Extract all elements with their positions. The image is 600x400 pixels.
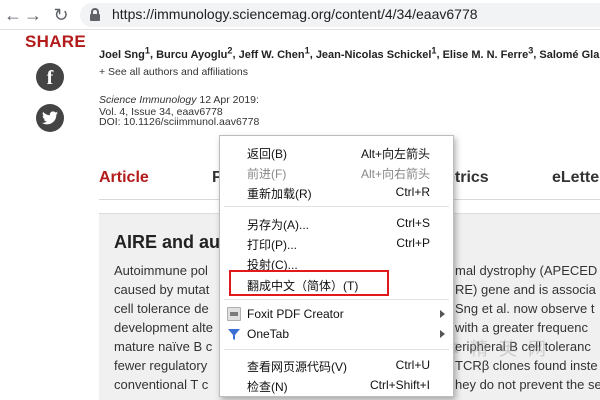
menu-item-label: 返回(B) [247, 147, 287, 161]
url-text[interactable]: https://immunology.sciencemag.org/conten… [112, 6, 478, 22]
menu-item-label: 检查(N) [247, 380, 288, 394]
menu-separator [224, 349, 449, 350]
author-link[interactable]: Joel Sng1 [99, 45, 150, 61]
menu-item-save-as[interactable]: 另存为(A)... Ctrl+S [220, 213, 453, 233]
menu-item-reload[interactable]: 重新加载(R) Ctrl+R [220, 182, 453, 202]
foxit-pdf-icon [227, 307, 241, 321]
menu-separator [224, 299, 449, 300]
onetab-funnel-icon [227, 327, 241, 341]
author-list: Joel Sng1, Burcu Ayoglu2, Jeff W. Chen1,… [99, 45, 600, 61]
menu-item-onetab[interactable]: OneTab [220, 324, 453, 344]
browser-toolbar: ← → ↻ https://immunology.sciencemag.org/… [0, 0, 600, 30]
abstract-text-line: RE) gene and is associa [455, 282, 596, 297]
menu-item-label: 前进(F) [247, 167, 287, 181]
abstract-text-line: hey do not prevent the sele [455, 377, 600, 392]
menu-item-print[interactable]: 打印(P)... Ctrl+P [220, 233, 453, 253]
author-link[interactable]: Jeff W. Chen1 [239, 45, 310, 61]
abstract-text-line: mal dystrophy (APECED [455, 263, 598, 278]
menu-item-translate[interactable]: 翻成中文（简体）(T) [220, 274, 453, 294]
tab-eletters[interactable]: eLetter [552, 169, 600, 187]
menu-item-cast[interactable]: 投射(C)... [220, 253, 453, 273]
lock-icon [90, 8, 100, 21]
menu-item-shortcut: Ctrl+P [396, 236, 430, 250]
abstract-text-line: conventional T c [114, 377, 209, 392]
abstract-text-line: fewer regulatory [114, 358, 208, 373]
abstract-text-line: mature naïve B c [114, 339, 213, 354]
journal-name: Science Immunology [99, 94, 197, 106]
author-link[interactable]: Jean-Nicolas Schickel1 [316, 45, 437, 61]
abstract-text-line: with a greater frequenc [455, 320, 588, 335]
menu-item-label: 打印(P)... [247, 238, 297, 252]
abstract-text-line: caused by mutat [114, 282, 210, 297]
menu-item-view-source[interactable]: 查看网页源代码(V) Ctrl+U [220, 355, 453, 375]
address-bar[interactable]: https://immunology.sciencemag.org/conten… [80, 3, 600, 27]
menu-item-back[interactable]: 返回(B) Alt+向左箭头 [220, 142, 453, 162]
publication-date: 12 Apr 2019: [199, 94, 259, 106]
abstract-title: AIRE and aut [114, 232, 227, 252]
context-menu: 返回(B) Alt+向左箭头 前进(F) Alt+向右箭头 重新加载(R) Ct… [219, 135, 454, 397]
back-arrow-icon[interactable]: ← [2, 4, 24, 26]
menu-item-shortcut: Alt+向左箭头 [360, 147, 430, 161]
menu-item-label: 重新加载(R) [247, 187, 312, 201]
twitter-icon[interactable] [36, 104, 64, 132]
submenu-arrow-icon [440, 330, 445, 338]
facebook-icon[interactable]: f [36, 63, 64, 91]
share-heading: SHARE [25, 32, 87, 51]
author-link[interactable]: Salomé Glauzy1 [539, 49, 600, 61]
tab-article[interactable]: Article [99, 169, 149, 187]
menu-item-label: Foxit PDF Creator [247, 307, 344, 321]
submenu-arrow-icon [440, 310, 445, 318]
author-link[interactable]: Elise M. N. Ferre3 [443, 45, 534, 61]
see-all-authors-link[interactable]: + See all authors and affiliations [99, 66, 248, 78]
menu-item-label: 另存为(A)... [247, 218, 309, 232]
menu-item-shortcut: Ctrl+Shift+I [369, 378, 430, 392]
menu-item-shortcut: Ctrl+U [395, 358, 430, 372]
menu-item-inspect[interactable]: 检查(N) Ctrl+Shift+I [220, 375, 453, 395]
abstract-text-line: development alte [114, 320, 214, 335]
menu-item-label: OneTab [247, 327, 290, 341]
menu-separator [224, 206, 449, 207]
citation-journal-line: Science Immunology 12 Apr 2019: [99, 94, 259, 106]
menu-item-foxit-pdf-creator[interactable]: Foxit PDF Creator [220, 304, 453, 324]
menu-item-shortcut: Ctrl+R [395, 185, 430, 199]
menu-item-shortcut: Alt+向右箭头 [360, 167, 430, 181]
menu-item-shortcut: Ctrl+S [396, 216, 430, 230]
menu-item-label: 翻成中文（简体）(T) [247, 279, 359, 293]
reload-icon[interactable]: ↻ [50, 4, 72, 26]
menu-item-label: 投射(C)... [247, 258, 298, 272]
abstract-text-line: cell tolerance de [114, 301, 209, 316]
menu-item-forward[interactable]: 前进(F) Alt+向右箭头 [220, 162, 453, 182]
menu-item-label: 查看网页源代码(V) [247, 360, 347, 374]
author-link[interactable]: Burcu Ayoglu2 [156, 45, 232, 61]
forward-arrow-icon[interactable]: → [22, 4, 44, 26]
citation-doi: DOI: 10.1126/sciimmunol.aav6778 [99, 116, 260, 128]
abstract-text-line: Autoimmune pol [114, 263, 208, 278]
abstract-text-line: Sng et al. now observe t [455, 301, 595, 316]
